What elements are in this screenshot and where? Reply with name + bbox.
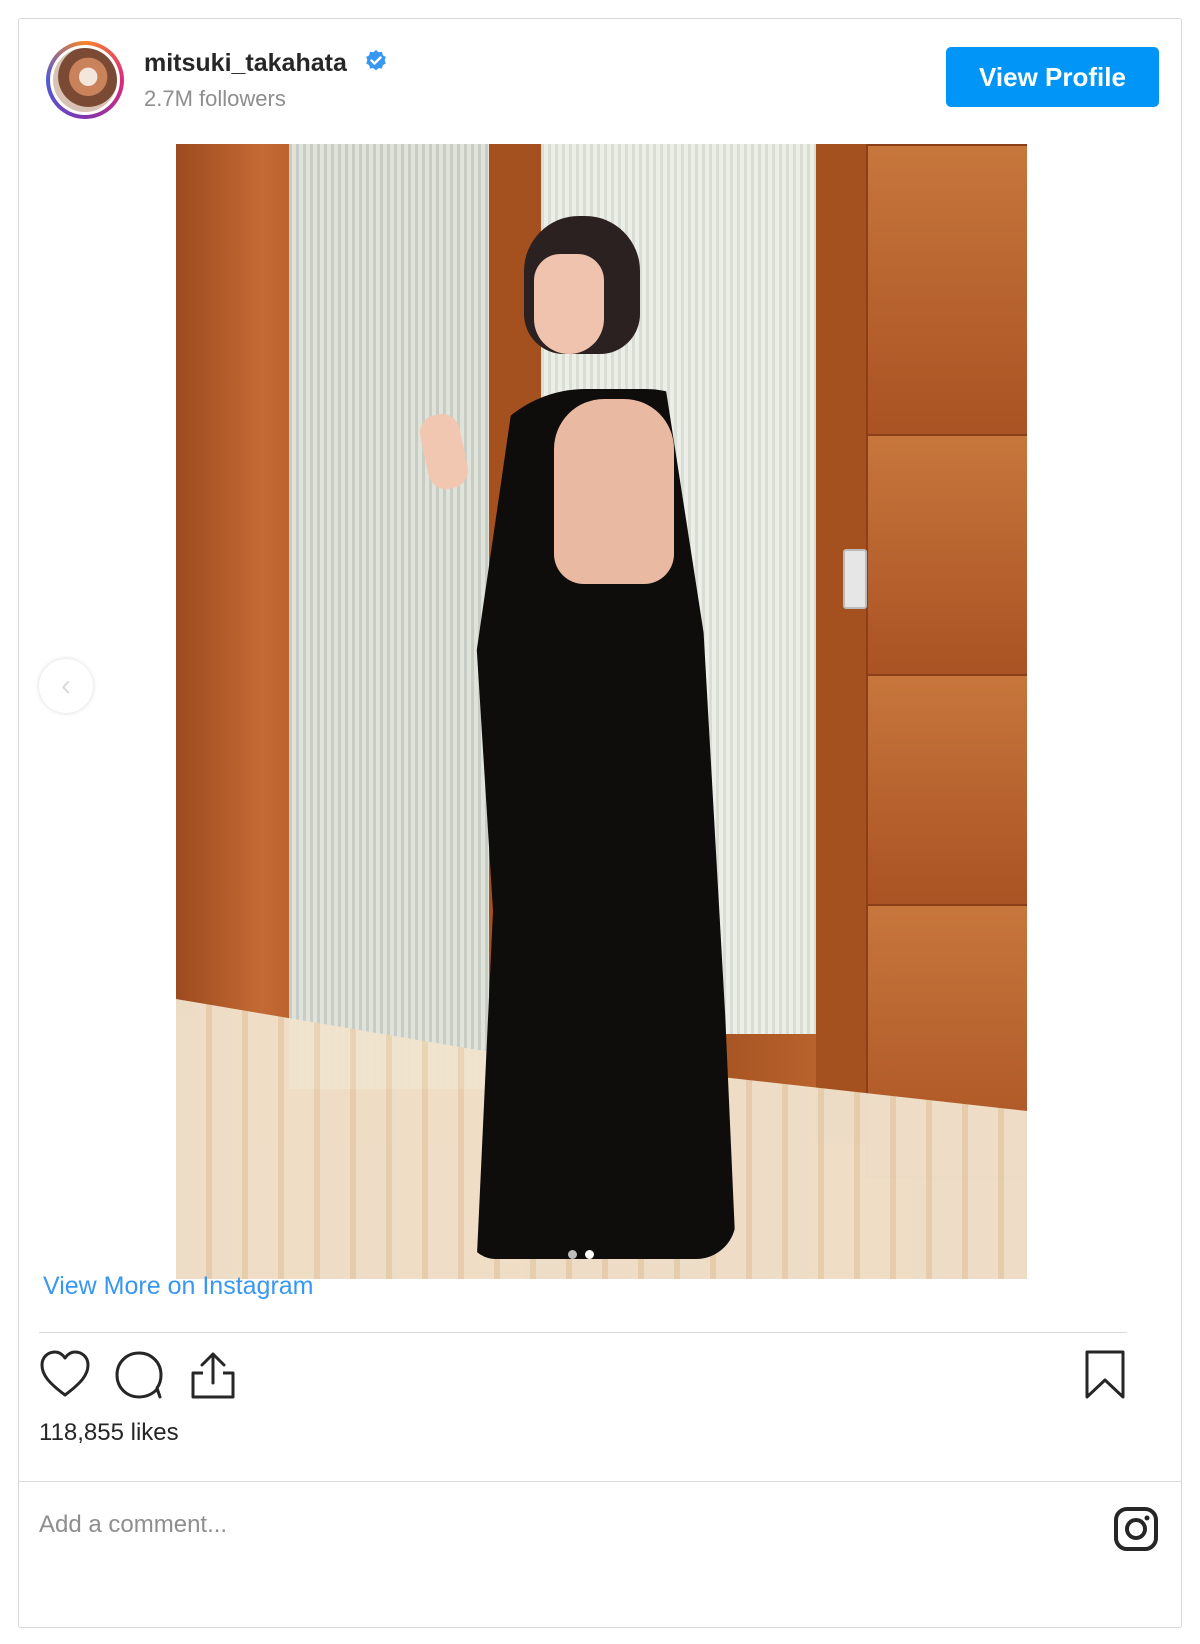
- instagram-embed-card: mitsuki_takahata 2.7M followers View Pro…: [18, 18, 1182, 1628]
- username-row[interactable]: mitsuki_takahata: [144, 47, 388, 78]
- divider: [19, 1481, 1181, 1482]
- username[interactable]: mitsuki_takahata: [144, 49, 347, 77]
- share-upload-icon[interactable]: [189, 1349, 237, 1401]
- view-more-link[interactable]: View More on Instagram: [43, 1272, 314, 1301]
- photo-wall-panel: [866, 674, 1027, 908]
- avatar[interactable]: [50, 45, 120, 115]
- chevron-left-icon: ‹: [61, 669, 71, 702]
- carousel-dot-active: [585, 1250, 594, 1259]
- photo-door-frame: [816, 144, 866, 1144]
- post-photo[interactable]: [176, 144, 1027, 1279]
- divider: [39, 1332, 1127, 1333]
- carousel-indicator: [568, 1250, 594, 1259]
- instagram-icon[interactable]: [1113, 1506, 1159, 1552]
- view-profile-button[interactable]: View Profile: [946, 47, 1159, 107]
- add-comment-input[interactable]: Add a comment...: [39, 1511, 227, 1539]
- follower-count: 2.7M followers: [144, 86, 286, 111]
- like-count[interactable]: 118,855 likes: [39, 1419, 179, 1447]
- photo-door-handle: [843, 549, 867, 609]
- photo-figure-face: [534, 254, 604, 354]
- carousel-dot: [568, 1250, 577, 1259]
- verified-badge-icon: [366, 50, 386, 71]
- action-bar: [39, 1349, 1127, 1409]
- carousel-prev-button[interactable]: ‹: [39, 659, 93, 713]
- bookmark-icon[interactable]: [1083, 1349, 1127, 1401]
- heart-icon[interactable]: [39, 1349, 91, 1399]
- photo-door-glass-left: [289, 144, 489, 1089]
- avatar-image: [53, 48, 117, 112]
- photo-wall-panel: [866, 144, 1027, 438]
- photo-wall-panel: [866, 434, 1027, 678]
- profile-avatar-ring[interactable]: [46, 41, 124, 119]
- photo-figure-back: [554, 399, 674, 584]
- speech-bubble-icon[interactable]: [113, 1349, 165, 1401]
